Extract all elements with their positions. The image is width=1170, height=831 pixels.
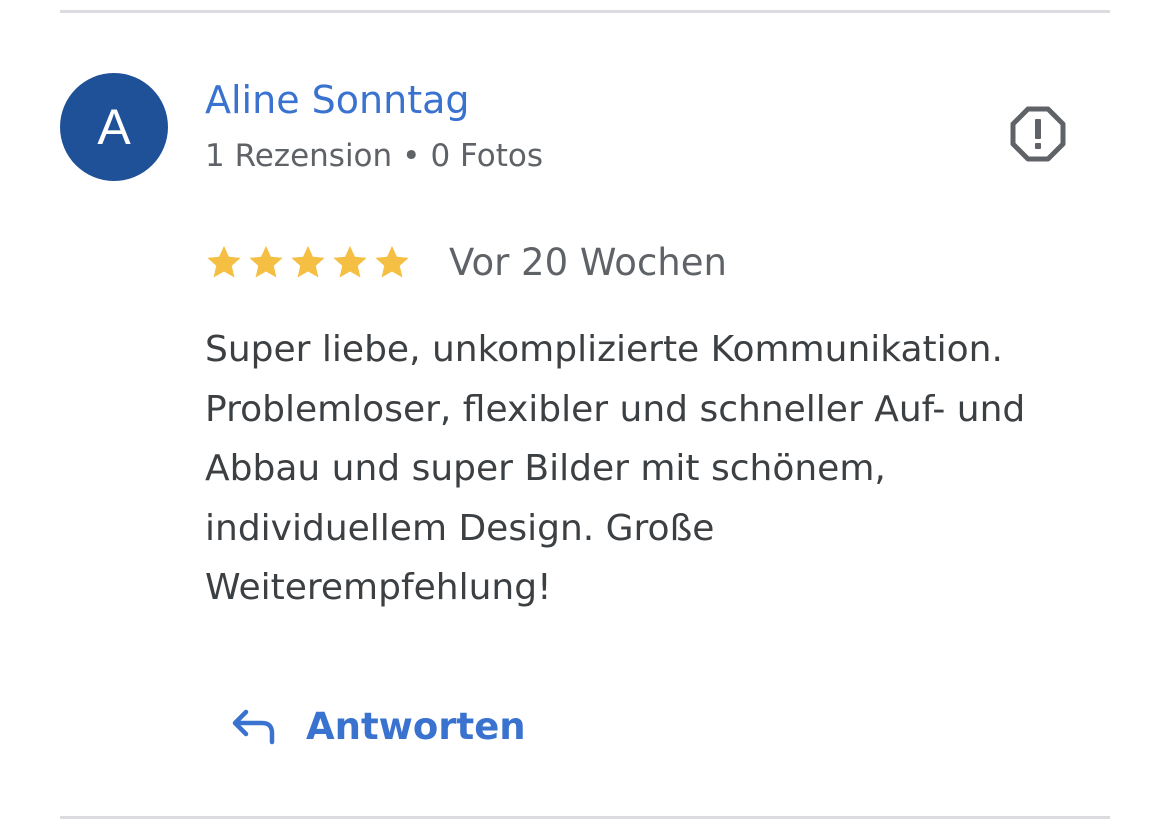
reply-label: Antworten <box>306 704 526 748</box>
review-text-line: Weiterempfehlung! <box>205 567 552 608</box>
reply-arrow-icon <box>232 709 275 745</box>
star-icon <box>249 245 283 278</box>
review-count: 1 Rezension <box>205 138 393 174</box>
review-text-line: individuellem Design. Große <box>205 507 715 549</box>
review-text-line: Problemloser, flexibler und schneller Au… <box>205 388 1026 430</box>
photo-count: 0 Fotos <box>430 138 544 174</box>
review-time: Vor 20 Wochen <box>449 240 727 284</box>
author-meta: 1 Rezension • 0 Fotos <box>205 138 543 174</box>
star-rating <box>205 243 411 281</box>
author-name[interactable]: Aline Sonntag <box>205 78 470 122</box>
star-icon <box>333 245 367 278</box>
star-icon <box>291 245 325 278</box>
star-icon <box>375 245 409 278</box>
reply-button[interactable]: Antworten <box>230 698 526 754</box>
top-divider <box>60 10 1110 13</box>
meta-separator: • <box>402 138 421 174</box>
avatar-letter: A <box>97 99 131 155</box>
review-text: Super liebe, unkomplizierte Kommunikatio… <box>205 320 1105 618</box>
bottom-divider <box>60 816 1110 819</box>
report-octagon-icon <box>1010 106 1066 162</box>
report-button[interactable] <box>1008 104 1068 164</box>
avatar[interactable]: A <box>60 73 168 181</box>
review-text-line: Super liebe, unkomplizierte Kommunikatio… <box>205 329 1003 370</box>
review-text-line: Abbau und super Bilder mit schönem, <box>205 448 886 489</box>
rating-row: Vor 20 Wochen <box>205 238 727 286</box>
star-icon <box>207 245 241 278</box>
